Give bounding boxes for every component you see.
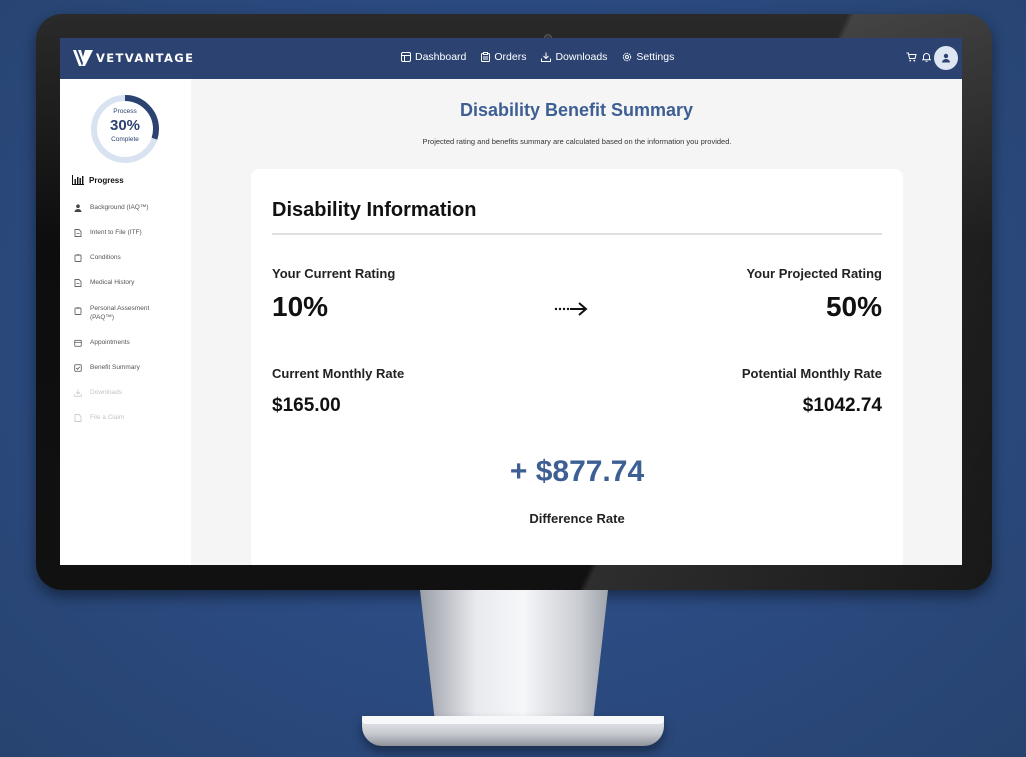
progress-ring-label: Process 30% Complete [89, 93, 161, 165]
sidebar-item-intent-to-file[interactable]: Intent to File (ITF) [74, 229, 184, 237]
progress-heading[interactable]: Progress [72, 175, 124, 185]
sidebar-item-label: Background (IAQ™) [90, 204, 149, 211]
sidebar-item-label: Medical History [90, 279, 135, 286]
current-rate-label: Current Monthly Rate [272, 366, 405, 381]
clipboard-icon [74, 307, 82, 315]
difference-label: Difference Rate [529, 511, 625, 526]
sidebar-item-appointments[interactable]: Appointments [74, 339, 184, 347]
sidebar-item-label: Appointments [90, 339, 130, 346]
sidebar-item-label: File a Claim [90, 414, 125, 421]
sidebar: Process 30% Complete Progress Background… [60, 79, 191, 565]
brand-logo[interactable]: VETVANTAGE [72, 49, 194, 67]
sidebar-item-label: Benefit Summary [90, 364, 140, 371]
user-icon [942, 53, 950, 63]
user-icon [74, 204, 82, 212]
sidebar-item-label: Intent to File (ITF) [90, 229, 142, 236]
document-icon [74, 229, 82, 237]
potential-rate-label: Potential Monthly Rate [741, 366, 882, 381]
gear-icon [623, 52, 632, 62]
page-title: Disability Benefit Summary [459, 100, 694, 120]
monitor-base [362, 716, 664, 746]
sidebar-item-personal-assessment[interactable]: Personal Assesment (PAQ™) [74, 304, 184, 322]
current-rating-label: Your Current Rating [272, 266, 396, 281]
sidebar-item-file-a-claim: File a Claim [74, 414, 184, 422]
download-icon [541, 52, 552, 62]
nav-downloads-label: Downloads [555, 51, 608, 63]
nav-settings[interactable]: Settings [622, 51, 674, 63]
dashboard-icon [401, 52, 411, 62]
sidebar-item-downloads: Downloads [74, 389, 184, 397]
arrow-right-icon [554, 302, 588, 316]
sidebar-item-label: Conditions [90, 254, 121, 261]
top-right-icons [906, 52, 931, 62]
sidebar-item-conditions[interactable]: Conditions [74, 254, 184, 262]
projected-rating-label: Your Projected Rating [746, 266, 882, 281]
card-divider [272, 233, 882, 235]
progress-ring-top: Process [113, 108, 137, 115]
nav-dashboard-label: Dashboard [415, 51, 467, 63]
download-icon [74, 389, 82, 397]
bell-icon[interactable] [922, 52, 931, 62]
sidebar-item-label: Downloads [90, 389, 123, 396]
nav-orders-label: Orders [494, 51, 527, 63]
user-avatar[interactable] [934, 46, 958, 70]
card-title: Disability Information [272, 199, 477, 221]
monitor-stand [420, 590, 608, 722]
sidebar-item-medical-history[interactable]: Medical History [74, 279, 184, 287]
sidebar-item-label: Personal Assesment (PAQ™) [90, 305, 150, 321]
calendar-icon [74, 339, 82, 347]
check-icon [74, 364, 82, 372]
bar-chart-icon [72, 175, 84, 185]
progress-heading-label: Progress [89, 175, 124, 185]
projected-rating-value: 50% [825, 291, 882, 322]
progress-percent: 30% [109, 117, 141, 134]
main-nav: Dashboard Orders Downloads Settings [401, 51, 674, 63]
nav-settings-label: Settings [636, 51, 675, 63]
difference-value: + $877.74 [509, 455, 645, 488]
current-rate-value: $165.00 [272, 395, 341, 416]
clipboard-icon [481, 52, 491, 62]
brand-name: VETVANTAGE [96, 51, 195, 65]
page-subtitle: Projected rating and benefits summary ar… [422, 137, 732, 146]
clipboard-icon [74, 254, 82, 262]
disability-info-card: Disability Information Your Current Rati… [251, 169, 903, 565]
nav-orders[interactable]: Orders [481, 51, 526, 63]
sidebar-item-benefit-summary[interactable]: Benefit Summary [74, 364, 184, 372]
vetvantage-logo-icon [73, 50, 93, 66]
file-icon [74, 414, 82, 422]
current-rating-value: 10% [272, 291, 329, 322]
nav-dashboard[interactable]: Dashboard [401, 51, 466, 63]
app-screen: VETVANTAGE Dashboard Orders Downloads Se… [60, 38, 962, 565]
cart-icon[interactable] [906, 52, 917, 62]
progress-ring-bottom: Complete [111, 136, 139, 143]
potential-rate-value: $1042.74 [802, 395, 882, 416]
document-icon [74, 279, 82, 287]
sidebar-item-background[interactable]: Background (IAQ™) [74, 204, 184, 212]
top-navbar: VETVANTAGE Dashboard Orders Downloads Se… [60, 38, 962, 79]
nav-downloads[interactable]: Downloads [541, 51, 607, 63]
